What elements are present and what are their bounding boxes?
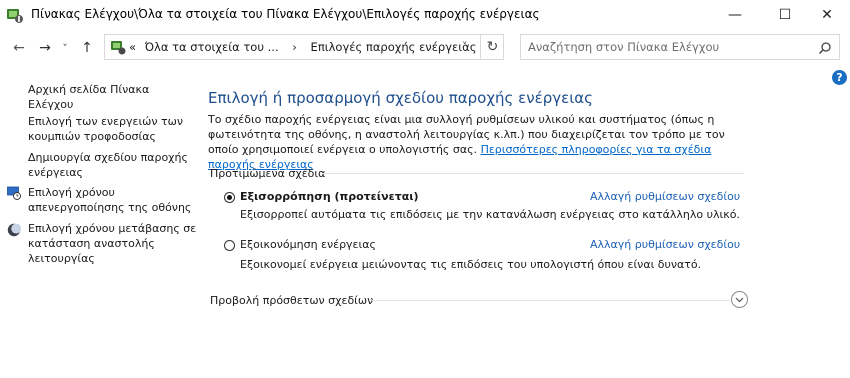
breadcrumb-separator-icon[interactable]: ›	[292, 40, 297, 54]
power-saver-radio[interactable]	[224, 240, 235, 251]
moon-icon	[7, 222, 22, 237]
control-panel-power-icon	[6, 6, 24, 24]
refresh-button[interactable]: ↻	[480, 34, 504, 60]
display-clock-icon	[7, 185, 21, 200]
sidebar-home-link[interactable]: Αρχική σελίδα Πίνακα Ελέγχου	[28, 82, 198, 112]
sidebar-item-power-buttons[interactable]: Επιλογή των ενεργειών των κουμπιών τροφο…	[28, 114, 198, 144]
control-panel-icon	[110, 39, 126, 55]
search-placeholder: Αναζήτηση στον Πίνακα Ελέγχου	[528, 40, 720, 54]
search-icon[interactable]	[818, 40, 832, 55]
power-saver-change-settings-link[interactable]: Αλλαγή ρυθμίσεων σχεδίου	[590, 238, 740, 251]
power-saver-plan-description: Εξοικονομεί ενέργεια μειώνοντας τις επιδ…	[240, 258, 702, 271]
help-icon[interactable]: ?	[832, 70, 847, 85]
page-title: Επιλογή ή προσαρμογή σχεδίου παροχής ενέ…	[208, 89, 593, 107]
power-saver-plan-name[interactable]: Εξοικονόμηση ενέργειας	[240, 238, 376, 251]
preferred-plans-label: Προτιμώμενα σχέδια	[210, 167, 326, 180]
back-button[interactable]: ←	[8, 37, 30, 59]
additional-plans-divider	[372, 300, 730, 301]
recent-locations-button[interactable]: ˅	[58, 37, 72, 59]
close-button[interactable]: ✕	[804, 0, 850, 30]
breadcrumb-item-power-options[interactable]: Επιλογές παροχής ενέργειας	[311, 40, 477, 54]
balanced-change-settings-link[interactable]: Αλλαγή ρυθμίσεων σχεδίου	[590, 190, 740, 203]
expand-chevron-icon[interactable]	[731, 291, 748, 308]
sidebar-item-sleep[interactable]: Επιλογή χρόνου μετάβασης σε κατάσταση αν…	[28, 221, 198, 266]
section-divider	[322, 173, 744, 174]
balanced-plan-name[interactable]: Εξισορρόπηση (προτείνεται)	[240, 190, 419, 203]
address-dropdown-button[interactable]: ˅	[462, 40, 468, 53]
breadcrumb-overflow[interactable]: «	[129, 40, 136, 54]
sidebar-item-display-off[interactable]: Επιλογή χρόνου απενεργοποίησης της οθόνη…	[28, 185, 198, 215]
breadcrumb-item-all-items[interactable]: Όλα τα στοιχεία του ...	[145, 40, 279, 54]
show-additional-plans-label[interactable]: Προβολή πρόσθετων σχεδίων	[210, 294, 373, 307]
sidebar-item-create-plan[interactable]: Δημιουργία σχεδίου παροχής ενέργειας	[28, 150, 198, 180]
breadcrumb: « Όλα τα στοιχεία του ... › Επιλογές παρ…	[129, 40, 476, 54]
balanced-plan-description: Εξισορροπεί αυτόματα τις επιδόσεις με τη…	[240, 208, 740, 221]
maximize-button[interactable]: ☐	[762, 0, 808, 30]
minimize-button[interactable]: —	[712, 0, 758, 30]
up-button[interactable]: ↑	[76, 37, 98, 59]
balanced-radio[interactable]	[224, 192, 235, 203]
page-description: Το σχέδιο παροχής ενέργειας είναι μια συ…	[208, 112, 748, 172]
forward-button[interactable]: →	[34, 37, 56, 59]
window-title: Πίνακας Ελέγχου\Όλα τα στοιχεία του Πίνα…	[31, 7, 540, 21]
